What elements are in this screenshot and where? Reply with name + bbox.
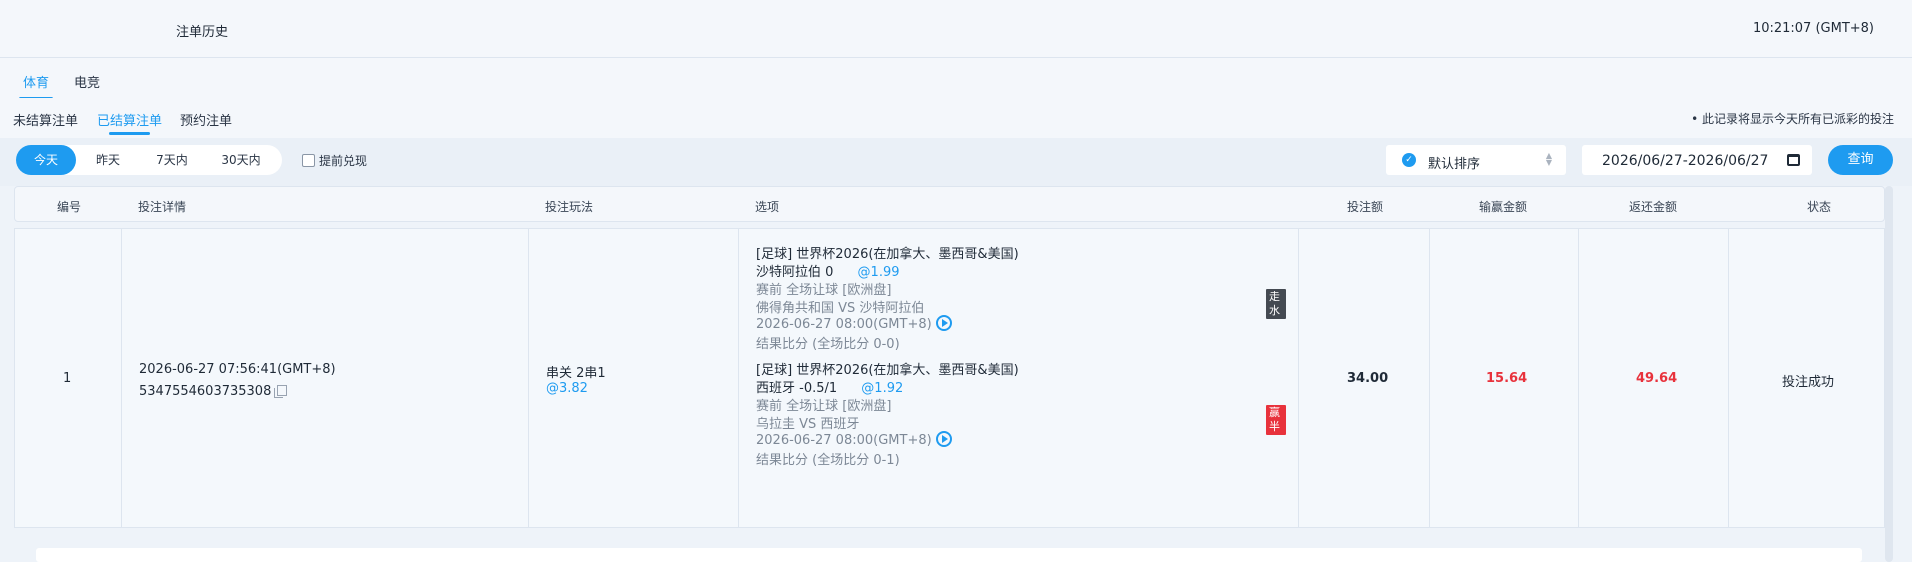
bet-id: 5347554603735308 — [139, 384, 272, 399]
early-cashout-checkbox[interactable] — [302, 154, 315, 167]
leg-odds: @1.99 — [857, 265, 900, 280]
leg-selection: 西班牙 -0.5/1 — [756, 381, 838, 396]
bets-table: 编号 投注详情 投注玩法 选项 投注额 输赢金额 返还金额 状态 1 2026-… — [14, 186, 1885, 528]
leg-teams: 乌拉圭 VS 西班牙 — [756, 417, 860, 432]
column-divider — [1298, 229, 1299, 527]
footer-panel — [36, 548, 1862, 562]
clock: 10:21:07 (GMT+8) — [1752, 21, 1874, 36]
copy-icon[interactable] — [274, 385, 288, 398]
tab-reserved[interactable]: 预约注单 — [180, 110, 232, 129]
check-circle-icon: ✓ — [1402, 153, 1416, 167]
leg-selection: 沙特阿拉伯 0 — [756, 265, 834, 280]
leg-selection-line: 西班牙 -0.5/1 @1.92 — [756, 377, 903, 396]
col-details: 投注详情 — [138, 200, 187, 214]
settled-notice: • 此记录将显示今天所有已派彩的投注 — [1691, 112, 1894, 126]
col-win-loss: 输赢金额 — [1479, 200, 1528, 214]
calendar-icon — [1787, 154, 1800, 166]
sport-tabs: 体育 电竞 — [0, 58, 1912, 100]
parlay-leg: [足球] 世界杯2026(在加拿大、墨西哥&美国) 沙特阿拉伯 0 @1.99 … — [756, 243, 1286, 363]
leg-market: 赛前 全场让球 [欧洲盘] — [756, 283, 892, 298]
play-video-icon[interactable] — [935, 315, 952, 331]
date-range-text: 2026/06/27-2026/06/27 — [1602, 153, 1769, 169]
tab-reserved-label: 预约注单 — [180, 114, 233, 129]
tab-settled-underline — [109, 132, 151, 135]
leg-league: [足球] 世界杯2026(在加拿大、墨西哥&美国) — [756, 363, 1019, 378]
leg-result-badge: 赢半 — [1266, 405, 1286, 435]
bet-win-loss: 15.64 — [1486, 371, 1528, 386]
filter-bar: 今天 昨天 7天内 30天内 提前兑现 ✓ 默认排序 ▲ ▼ 2026/06/27… — [0, 138, 1912, 186]
sort-select[interactable]: ✓ 默认排序 ▲ ▼ — [1386, 145, 1566, 175]
leg-teams: 佛得角共和国 VS 沙特阿拉伯 — [756, 301, 925, 316]
sort-select-label: 默认排序 — [1428, 157, 1481, 172]
col-selection: 选项 — [755, 200, 780, 214]
column-divider — [738, 229, 739, 527]
range-7days-button[interactable]: 7天内 — [140, 145, 204, 175]
tab-settled-label: 已结算注单 — [97, 114, 163, 129]
column-divider — [1578, 229, 1579, 527]
date-range-group: 今天 昨天 7天内 30天内 — [16, 145, 282, 175]
bet-return: 49.64 — [1636, 371, 1678, 386]
bet-time: 2026-06-27 07:56:41(GMT+8) — [139, 362, 336, 377]
table-header: 编号 投注详情 投注玩法 选项 投注额 输赢金额 返还金额 状态 — [14, 186, 1885, 222]
tab-sports[interactable]: 体育 — [19, 72, 54, 100]
col-status: 状态 — [1807, 200, 1832, 214]
leg-kickoff: 2026-06-27 08:00(GMT+8) — [756, 433, 932, 448]
tab-esports-label: 电竞 — [74, 76, 101, 91]
bet-index: 1 — [63, 371, 72, 386]
leg-league: [足球] 世界杯2026(在加拿大、墨西哥&美国) — [756, 247, 1019, 262]
column-divider — [1728, 229, 1729, 527]
column-divider — [528, 229, 529, 527]
bet-stake: 34.00 — [1347, 371, 1389, 386]
range-today-button[interactable]: 今天 — [16, 145, 76, 175]
play-odds: @3.82 — [546, 381, 588, 396]
play-video-icon[interactable] — [935, 431, 952, 447]
early-cashout-toggle[interactable]: 提前兑现 — [302, 152, 367, 169]
leg-result-badge: 走水 — [1266, 289, 1286, 319]
page-title: 注单历史 — [176, 25, 229, 40]
col-return: 返还金额 — [1629, 200, 1678, 214]
top-bar: 注单历史 10:21:07 (GMT+8) — [0, 0, 1912, 58]
col-index: 编号 — [57, 200, 82, 214]
range-30days-button[interactable]: 30天内 — [204, 145, 278, 175]
leg-odds: @1.92 — [861, 381, 904, 396]
leg-selection-line: 沙特阿拉伯 0 @1.99 — [756, 261, 900, 280]
leg-kickoff: 2026-06-27 08:00(GMT+8) — [756, 317, 932, 332]
play-type: 串关 2串1 — [546, 366, 606, 381]
parlay-leg: [足球] 世界杯2026(在加拿大、墨西哥&美国) 西班牙 -0.5/1 @1.… — [756, 359, 1286, 479]
tab-sports-label: 体育 — [23, 76, 50, 91]
table-scrollbar[interactable] — [1885, 186, 1893, 562]
date-range-input[interactable]: 2026/06/27-2026/06/27 — [1582, 145, 1812, 175]
sort-updown-icon: ▲ ▼ — [1545, 151, 1552, 167]
column-divider — [1429, 229, 1430, 527]
leg-score: 结果比分 (全场比分 0-1) — [756, 453, 900, 468]
leg-score: 结果比分 (全场比分 0-0) — [756, 337, 900, 352]
status-tabs: 未结算注单 已结算注单 预约注单 • 此记录将显示今天所有已派彩的投注 — [0, 98, 1912, 138]
table-row: 1 2026-06-27 07:56:41(GMT+8) 53475546037… — [14, 228, 1885, 528]
query-button[interactable]: 查询 — [1828, 145, 1893, 175]
col-play-type: 投注玩法 — [545, 200, 594, 214]
tab-esports[interactable]: 电竞 — [74, 72, 100, 91]
early-cashout-label: 提前兑现 — [319, 154, 368, 168]
leg-kickoff-line: 2026-06-27 08:00(GMT+8) — [756, 315, 952, 332]
col-stake: 投注额 — [1347, 200, 1384, 214]
range-yesterday-button[interactable]: 昨天 — [76, 145, 140, 175]
tab-settled[interactable]: 已结算注单 — [97, 110, 163, 135]
column-divider — [121, 229, 122, 527]
bet-id-line: 5347554603735308 — [139, 384, 288, 399]
tab-unsettled-label: 未结算注单 — [13, 114, 79, 129]
tab-unsettled[interactable]: 未结算注单 — [13, 110, 78, 129]
bet-status: 投注成功 — [1782, 375, 1835, 390]
leg-kickoff-line: 2026-06-27 08:00(GMT+8) — [756, 431, 952, 448]
leg-market: 赛前 全场让球 [欧洲盘] — [756, 399, 892, 414]
